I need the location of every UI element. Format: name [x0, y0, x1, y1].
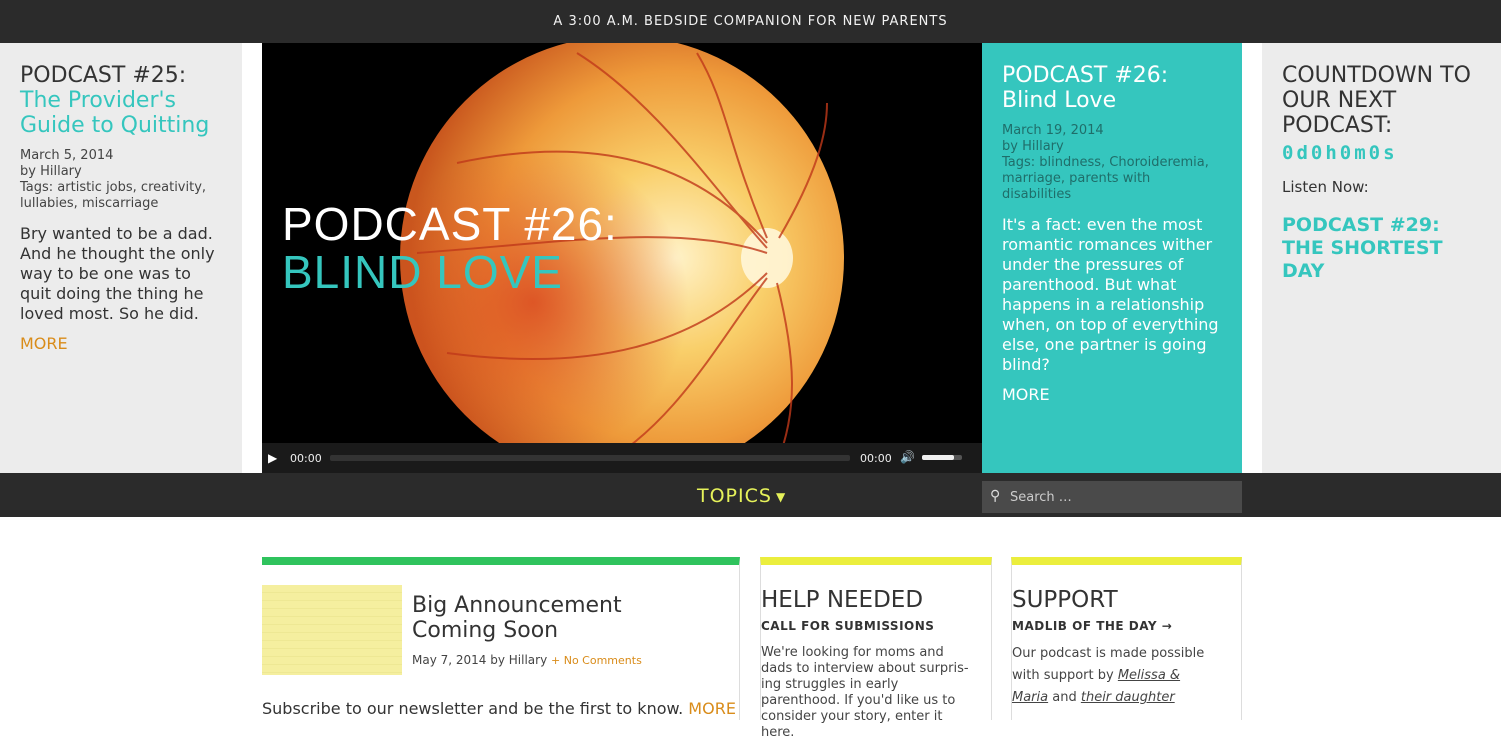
- video-overlay-title: PODCAST #26:: [282, 198, 618, 250]
- topics-label: TOPICS: [697, 485, 772, 507]
- support-card: SUPPORT MADLIB OF THE DAY → Our podcast …: [1011, 557, 1242, 720]
- announcement-date-author: May 7, 2014 by Hillary: [412, 653, 548, 667]
- progress-bar[interactable]: [330, 455, 850, 461]
- announcement-meta: May 7, 2014 by Hillary + No Comments: [412, 653, 642, 667]
- announcement-text: Subscribe to our newsletter and be the f…: [262, 699, 736, 718]
- column-gutter: [242, 43, 262, 473]
- support-title: SUPPORT: [1012, 587, 1118, 613]
- search-icon[interactable]: ⚲: [990, 488, 1000, 504]
- featured-podcast-panel: PODCAST #26: Blind Love March 19, 2014 b…: [982, 43, 1242, 473]
- madlib-link[interactable]: MADLIB OF THE DAY →: [1012, 619, 1241, 633]
- volume-icon[interactable]: 🔊: [900, 450, 915, 464]
- help-title: HELP NEEDED: [761, 587, 924, 613]
- more-link[interactable]: MORE: [1002, 385, 1050, 404]
- countdown-timer: 0d0h0m0s: [1282, 142, 1398, 164]
- post-subtitle[interactable]: Blind Love: [1002, 88, 1222, 113]
- post-author[interactable]: by Hillary: [20, 164, 222, 180]
- post-author[interactable]: by Hillary: [1002, 139, 1222, 155]
- current-time: 00:00: [290, 452, 322, 465]
- supporter-name-3[interactable]: their daughter: [1081, 690, 1175, 705]
- help-needed-card: HELP NEEDED CALL FOR SUBMISSIONS We're l…: [760, 557, 992, 740]
- previous-podcast-panel: PODCAST #25: The Provider's Guide to Qui…: [0, 43, 242, 473]
- play-icon[interactable]: ▶: [268, 450, 284, 466]
- supporter-name-2[interactable]: Maria: [1012, 690, 1048, 705]
- topics-dropdown[interactable]: TOPICS ▼: [697, 485, 786, 507]
- comments-link[interactable]: + No Comments: [551, 654, 642, 667]
- post-subtitle[interactable]: The Provider's Guide to Quitting: [20, 88, 222, 138]
- announcement-title[interactable]: Big Announcement Coming Soon: [412, 593, 712, 643]
- help-subtitle: CALL FOR SUBMISSIONS: [761, 619, 935, 633]
- post-tags[interactable]: Tags: artistic jobs, creativity, lullabi…: [20, 180, 222, 212]
- topics-nav-bar: TOPICS ▼ ⚲: [0, 473, 1501, 517]
- video-overlay-subtitle: BLIND LOVE: [282, 246, 563, 298]
- post-tags[interactable]: Tags: blindness, Choroideremia, marriage…: [1002, 155, 1222, 203]
- column-gutter: [1242, 43, 1262, 473]
- volume-slider[interactable]: [922, 455, 962, 460]
- search-box: ⚲: [982, 481, 1242, 513]
- notepad-thumbnail[interactable]: [262, 585, 402, 675]
- announcement-body: Subscribe to our newsletter and be the f…: [262, 699, 684, 718]
- volume-level: [922, 455, 954, 460]
- help-body: We're looking for moms and dads to inter…: [761, 645, 969, 740]
- more-link[interactable]: MORE: [688, 699, 736, 718]
- listen-now-label: Listen Now:: [1282, 178, 1369, 196]
- post-excerpt: Bry wanted to be a dad. And he thought t…: [20, 224, 215, 323]
- more-link[interactable]: MORE: [20, 334, 68, 353]
- post-title[interactable]: PODCAST #25:: [20, 63, 222, 88]
- caret-down-icon: ▼: [775, 489, 787, 504]
- media-controls: ▶ 00:00 00:00 🔊: [262, 443, 982, 473]
- video-player[interactable]: PODCAST #26: BLIND LOVE ▶ 00:00 00:00 🔊: [262, 43, 982, 473]
- post-date: March 19, 2014: [1002, 123, 1104, 138]
- post-title[interactable]: PODCAST #26:: [1002, 63, 1222, 88]
- latest-podcast-link[interactable]: PODCAST #29: THE SHORTEST DAY: [1282, 214, 1481, 283]
- countdown-panel: COUNTDOWN TO OUR NEXT PODCAST: 0d0h0m0s …: [1262, 43, 1501, 473]
- post-excerpt: It's a fact: even the most romantic roma…: [1002, 215, 1219, 374]
- announcement-card: Big Announcement Coming Soon May 7, 2014…: [262, 557, 740, 720]
- support-body: Our podcast is made possible with suppor…: [1012, 643, 1227, 709]
- countdown-title: COUNTDOWN TO OUR NEXT PODCAST:: [1282, 63, 1471, 138]
- site-tagline-bar: A 3:00 A.M. BEDSIDE COMPANION FOR NEW PA…: [0, 0, 1501, 43]
- duration: 00:00: [860, 452, 892, 465]
- post-date: March 5, 2014: [20, 148, 114, 163]
- supporter-name-1[interactable]: Melissa &: [1118, 668, 1180, 683]
- site-tagline: A 3:00 A.M. BEDSIDE COMPANION FOR NEW PA…: [553, 14, 948, 29]
- search-input[interactable]: [1010, 481, 1235, 513]
- and-text: and: [1052, 690, 1077, 705]
